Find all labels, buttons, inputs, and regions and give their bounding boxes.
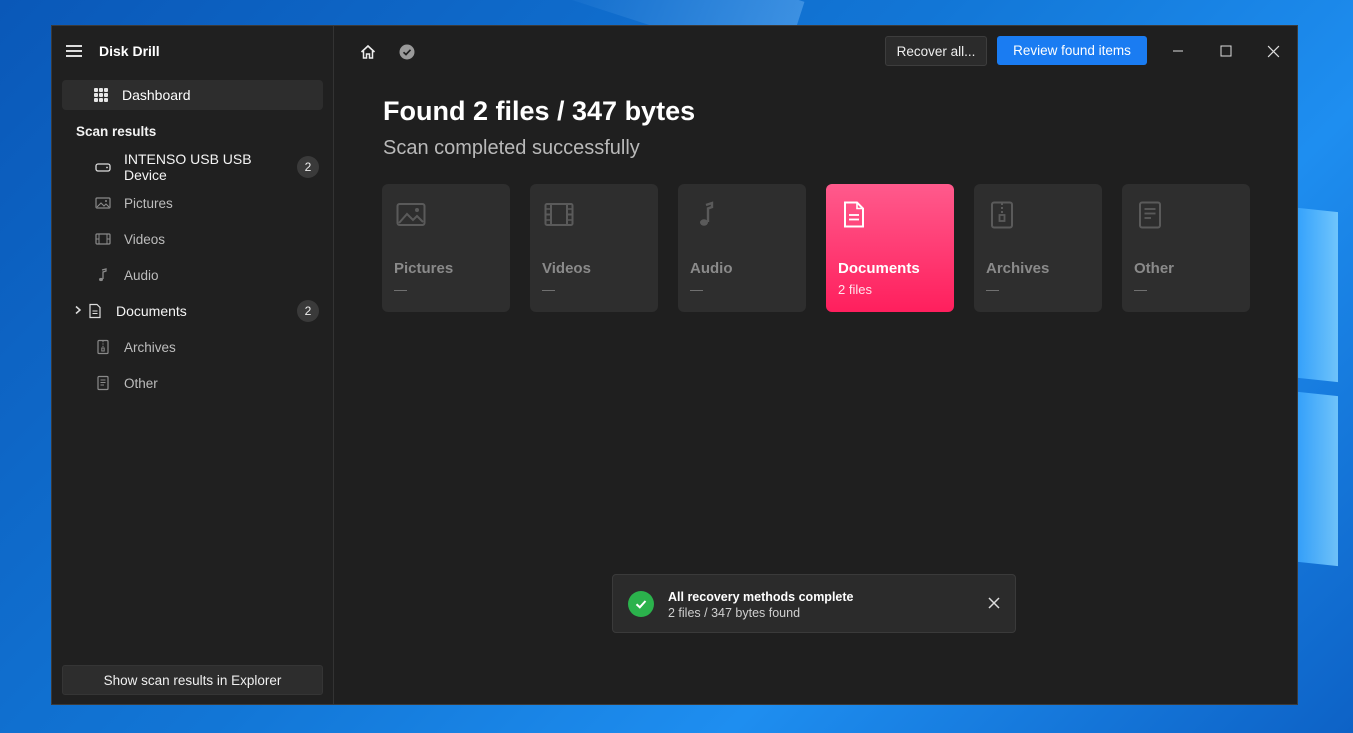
category-count: — <box>394 282 407 297</box>
sidebar-item-label: Videos <box>124 231 166 247</box>
minimize-icon[interactable] <box>1163 38 1193 64</box>
sidebar-item-label: Dashboard <box>122 87 191 103</box>
sidebar-item-pictures[interactable]: Pictures <box>62 188 323 218</box>
audio-icon <box>94 266 112 284</box>
sidebar-item-other[interactable]: Other <box>62 368 323 398</box>
scan-complete-check-icon[interactable] <box>397 42 417 62</box>
count-badge: 2 <box>297 300 319 322</box>
category-name: Videos <box>542 260 591 277</box>
review-found-items-button[interactable]: Review found items <box>997 36 1147 65</box>
show-in-explorer-button[interactable]: Show scan results in Explorer <box>62 665 323 695</box>
audio-icon <box>692 200 722 230</box>
sidebar-item-dashboard[interactable]: Dashboard <box>62 80 323 110</box>
scan-status-text: Scan completed successfully <box>383 137 640 159</box>
category-name: Documents <box>838 260 920 277</box>
sidebar-item-label: Other <box>124 375 158 391</box>
sidebar-item-videos[interactable]: Videos <box>62 224 323 254</box>
sidebar-item-documents[interactable]: Documents 2 <box>62 296 323 326</box>
category-card-pictures[interactable]: Pictures — <box>382 184 510 312</box>
success-check-icon <box>628 591 654 617</box>
category-name: Archives <box>986 260 1050 277</box>
archive-icon <box>94 338 112 356</box>
drive-icon <box>94 158 112 176</box>
sidebar-item-device[interactable]: INTENSO USB USB Device 2 <box>62 151 323 183</box>
pictures-icon <box>396 200 426 230</box>
toast-message: 2 files / 347 bytes found <box>668 606 801 620</box>
sidebar-item-label: Audio <box>124 267 159 283</box>
category-card-documents[interactable]: Documents 2 files <box>826 184 954 312</box>
category-name: Audio <box>690 260 733 277</box>
category-name: Other <box>1134 260 1175 277</box>
category-count: — <box>542 282 555 297</box>
windows-logo <box>1298 207 1353 580</box>
document-icon <box>840 200 870 230</box>
count-badge: 2 <box>297 156 319 178</box>
category-count: — <box>986 282 999 297</box>
sidebar-item-archives[interactable]: Archives <box>62 332 323 362</box>
category-card-videos[interactable]: Videos — <box>530 184 658 312</box>
category-card-audio[interactable]: Audio — <box>678 184 806 312</box>
videos-icon <box>544 200 574 230</box>
grid-icon <box>94 88 108 102</box>
chevron-right-icon[interactable] <box>70 304 86 318</box>
maximize-icon[interactable] <box>1211 38 1241 64</box>
hamburger-menu-icon[interactable] <box>66 45 82 57</box>
category-card-other[interactable]: Other — <box>1122 184 1250 312</box>
category-card-archives[interactable]: Archives — <box>974 184 1102 312</box>
category-name: Pictures <box>394 260 454 277</box>
archive-icon <box>988 200 1018 230</box>
category-count: — <box>1134 282 1147 297</box>
home-icon[interactable] <box>358 42 378 62</box>
sidebar-item-audio[interactable]: Audio <box>62 260 323 290</box>
page-title: Found 2 files / 347 bytes <box>383 96 696 126</box>
document-icon <box>86 302 104 320</box>
toast-close-icon[interactable] <box>985 594 1003 612</box>
category-count: — <box>690 282 703 297</box>
sidebar: Disk Drill Dashboard Scan results INTENS… <box>52 26 334 704</box>
app-title: Disk Drill <box>99 43 160 59</box>
scan-results-heading: Scan results <box>76 124 157 139</box>
main-content: Recover all... Review found items Found … <box>334 26 1297 704</box>
other-file-icon <box>1136 200 1166 230</box>
toast-title: All recovery methods complete <box>668 590 854 604</box>
notification-toast: All recovery methods complete 2 files / … <box>612 574 1016 633</box>
app-window: Disk Drill Dashboard Scan results INTENS… <box>51 25 1298 705</box>
videos-icon <box>94 230 112 248</box>
sidebar-item-label: Documents <box>116 303 187 319</box>
sidebar-header: Disk Drill <box>66 43 160 59</box>
sidebar-item-label: INTENSO USB USB Device <box>124 151 252 183</box>
sidebar-item-label: Archives <box>124 339 176 355</box>
other-file-icon <box>94 374 112 392</box>
category-count: 2 files <box>838 282 872 297</box>
pictures-icon <box>94 194 112 212</box>
sidebar-item-label: Pictures <box>124 195 173 211</box>
recover-all-button[interactable]: Recover all... <box>885 36 987 66</box>
close-icon[interactable] <box>1258 38 1288 64</box>
